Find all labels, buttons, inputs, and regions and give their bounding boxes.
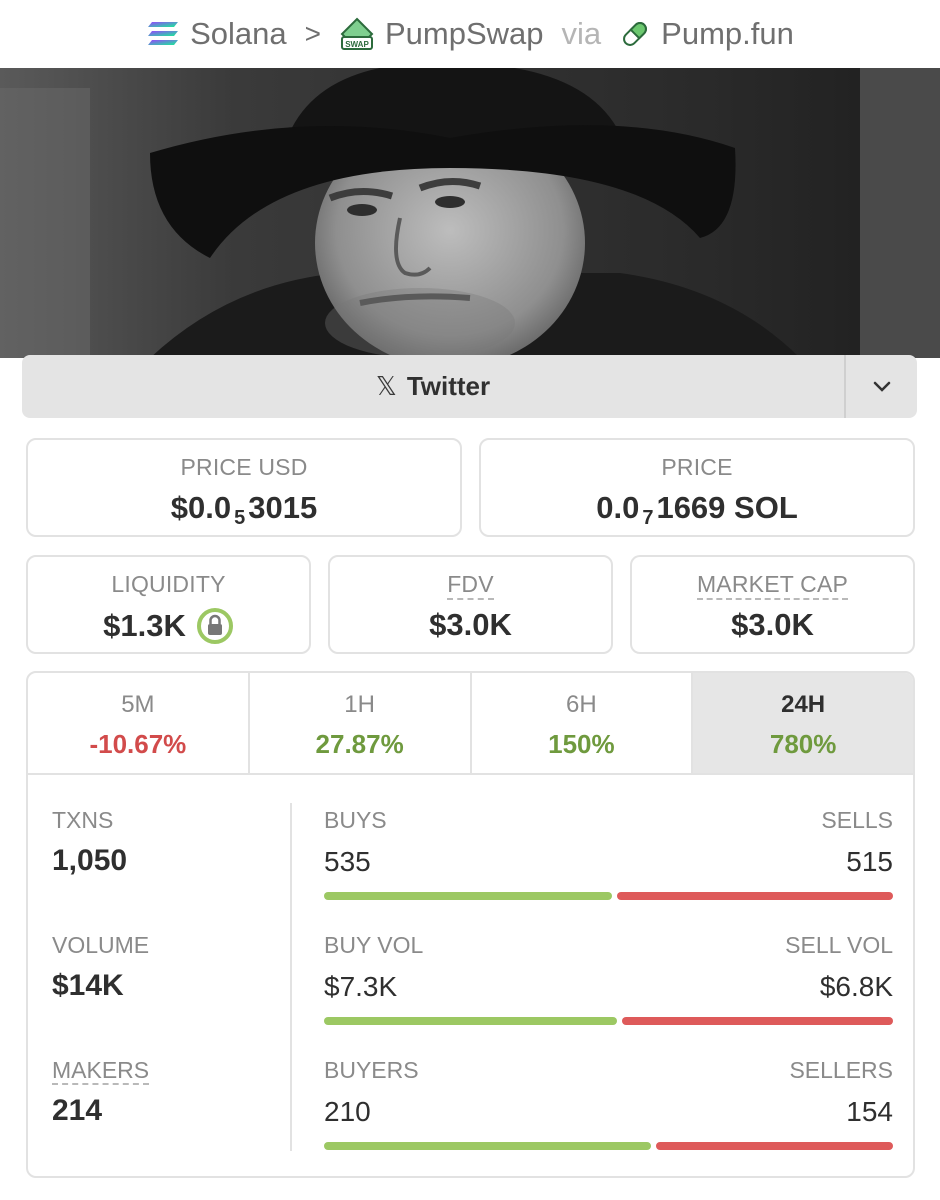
sellers-bar-segment	[656, 1142, 893, 1150]
buyers-value: 210	[324, 1096, 371, 1127]
liquidity-label: LIQUIDITY	[111, 571, 226, 597]
sells-label: SELLS	[821, 807, 893, 833]
price-usd-digits: 3015	[248, 490, 318, 525]
price-usd-card: PRICE USD $0.0 5 3015	[26, 438, 462, 537]
fdv-label[interactable]: FDV	[330, 571, 611, 600]
market-cap-label[interactable]: MARKET CAP	[632, 571, 913, 600]
lock-icon[interactable]	[196, 607, 234, 645]
price-sol-value: 0.0 7 1669 SOL	[481, 490, 913, 529]
volume-label: VOLUME	[52, 932, 150, 958]
pill-icon	[619, 18, 651, 50]
buys-sells-bar	[324, 892, 893, 900]
chevron-right-icon: >	[304, 18, 321, 49]
via-text: via	[561, 16, 602, 51]
price-sol-card: PRICE 0.0 7 1669 SOL	[479, 438, 915, 537]
launchpad-link[interactable]: Pump.fun	[661, 16, 794, 52]
social-bar: 𝕏 Twitter	[22, 355, 917, 418]
chevron-down-icon	[873, 381, 890, 392]
sell-vol-value: $6.8K	[819, 971, 893, 1002]
socials-dropdown-button[interactable]	[844, 355, 917, 418]
dex-link[interactable]: PumpSwap	[385, 16, 544, 52]
price-sol-digits: 1669 SOL	[656, 490, 798, 525]
price-sol-label: PRICE	[661, 454, 733, 480]
liquidity-value: $1.3K	[103, 608, 186, 643]
solana-icon	[146, 20, 180, 48]
volume-split-bar	[324, 1017, 893, 1025]
txns-label: TXNS	[52, 807, 114, 833]
fdv-label-text: FDV	[447, 571, 494, 600]
txns-stat: TXNS 1,050	[52, 807, 127, 878]
tab-6h[interactable]: 6H 150%	[472, 673, 694, 773]
trade-stats: TXNS 1,050 VOLUME $14K MAKERS 214 BUYS SE…	[28, 775, 913, 1176]
twitter-label: Twitter	[406, 371, 491, 401]
buyers-bar-segment	[324, 1142, 652, 1150]
tab-5m-label: 5M	[121, 691, 155, 718]
buy-vol-value: $7.3K	[324, 971, 398, 1002]
market-cap-label-text: MARKET CAP	[696, 571, 849, 600]
price-usd-prefix: $0.0	[170, 490, 232, 525]
fdv-value: $3.0K	[429, 607, 512, 642]
timeframe-tabs: 5M -10.67% 1H 27.87% 6H 150% 24H 780%	[28, 673, 913, 775]
stats-panel: 5M -10.67% 1H 27.87% 6H 150% 24H 780% TX…	[26, 671, 915, 1178]
tab-5m[interactable]: 5M -10.67%	[28, 673, 250, 773]
tab-1h[interactable]: 1H 27.87%	[250, 673, 472, 773]
buy-vol-label: BUY VOL	[324, 932, 424, 958]
sell-vol-bar-segment	[622, 1017, 893, 1025]
tab-24h-label: 24H	[781, 691, 826, 718]
sells-value: 515	[846, 846, 893, 877]
makers-stat: MAKERS 214	[52, 1057, 150, 1128]
chain-link[interactable]: Solana	[190, 16, 287, 52]
buyers-label: BUYERS	[324, 1057, 419, 1083]
buys-value: 535	[324, 846, 371, 877]
volume-value: $14K	[52, 969, 124, 1002]
sellers-value: 154	[846, 1096, 893, 1127]
tab-5m-change: -10.67%	[89, 729, 187, 759]
makers-value: 214	[52, 1094, 103, 1127]
tab-1h-change: 27.87%	[315, 729, 404, 759]
token-banner-image	[0, 68, 940, 358]
tab-6h-label: 6H	[566, 691, 597, 718]
fdv-card: FDV $3.0K	[328, 555, 613, 654]
pumpswap-icon: SWAP	[339, 17, 375, 51]
sellers-label: SELLERS	[789, 1057, 893, 1083]
makers-label[interactable]: MAKERS	[52, 1057, 150, 1085]
breadcrumb: Solana > SWAP PumpSwap via Pump.fun	[0, 0, 940, 68]
txns-value: 1,050	[52, 844, 128, 877]
pumpswap-badge-text: SWAP	[345, 40, 369, 49]
buyers-sellers-stat: BUYERS SELLERS 210 154	[324, 1057, 893, 1150]
tab-24h-change: 780%	[769, 729, 837, 759]
tab-6h-change: 150%	[548, 729, 615, 759]
sells-bar-segment	[616, 892, 893, 900]
price-sol-zero-count: 7	[642, 506, 654, 529]
price-usd-value: $0.0 5 3015	[28, 490, 460, 529]
buyers-sellers-bar	[324, 1142, 893, 1150]
makers-label-text: MAKERS	[52, 1057, 150, 1085]
volume-stat: VOLUME $14K	[52, 932, 149, 1003]
buys-sells-stat: BUYS SELLS 535 515	[324, 807, 893, 900]
stats-divider	[290, 803, 292, 1151]
price-sol-prefix: 0.0	[596, 490, 640, 525]
buys-label: BUYS	[324, 807, 387, 833]
market-cap-value: $3.0K	[731, 607, 814, 642]
market-cap-card: MARKET CAP $3.0K	[630, 555, 915, 654]
sell-vol-label: SELL VOL	[785, 932, 893, 958]
twitter-button[interactable]: 𝕏 Twitter	[22, 355, 844, 418]
buys-bar-segment	[324, 892, 612, 900]
x-logo-icon: 𝕏	[375, 371, 397, 401]
price-usd-label: PRICE USD	[180, 454, 308, 480]
tab-1h-label: 1H	[344, 691, 375, 718]
liquidity-value-row: $1.3K	[28, 607, 309, 645]
price-usd-zero-count: 5	[234, 506, 246, 529]
tab-24h[interactable]: 24H 780%	[693, 673, 913, 773]
liquidity-card: LIQUIDITY $1.3K	[26, 555, 311, 654]
volume-split-stat: BUY VOL SELL VOL $7.3K $6.8K	[324, 932, 893, 1025]
buy-vol-bar-segment	[324, 1017, 618, 1025]
